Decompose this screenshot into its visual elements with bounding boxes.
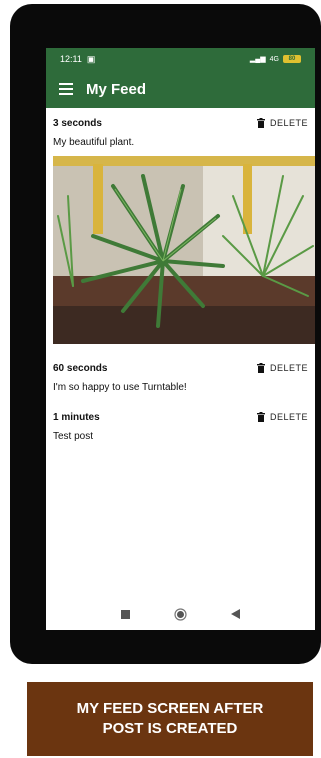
square-icon[interactable] <box>121 609 130 619</box>
caption-banner: MY FEED SCREEN AFTER POST IS CREATED <box>27 682 313 756</box>
post-time: 3 seconds <box>53 117 102 129</box>
android-nav-bar <box>46 598 315 630</box>
trash-icon <box>256 363 265 373</box>
delete-button[interactable]: DELETE <box>256 363 308 373</box>
post-header: 60 seconds DELETE <box>53 361 308 375</box>
status-bar: 12:11 ▣ ▂▄▆ 4G 80 <box>46 48 315 70</box>
post-header: 3 seconds DELETE <box>53 116 308 130</box>
delete-button[interactable]: DELETE <box>256 412 308 422</box>
post-time: 1 minutes <box>53 411 100 423</box>
phone-frame: 12:11 ▣ ▂▄▆ 4G 80 My Feed 3 seconds DELE… <box>10 4 321 664</box>
trash-icon <box>256 118 265 128</box>
battery-icon: 80 <box>283 55 301 63</box>
status-time: 12:11 <box>60 54 82 64</box>
notification-icon: ▣ <box>86 53 96 64</box>
phone-screen: 12:11 ▣ ▂▄▆ 4G 80 My Feed 3 seconds DELE… <box>46 48 315 630</box>
app-bar: My Feed <box>46 70 315 108</box>
caption-line: POST IS CREATED <box>102 720 238 737</box>
circle-icon[interactable] <box>174 607 187 621</box>
trash-icon <box>256 412 265 422</box>
post-text: My beautiful plant. <box>53 137 135 148</box>
delete-label: DELETE <box>269 412 308 422</box>
plant-image <box>53 156 315 344</box>
network-label: 4G <box>269 55 279 63</box>
page-title: My Feed <box>86 80 147 98</box>
post-time: 60 seconds <box>53 362 108 374</box>
menu-button[interactable] <box>46 70 86 108</box>
post-header: 1 minutes DELETE <box>53 410 308 424</box>
back-icon[interactable] <box>231 609 240 619</box>
caption-line: MY FEED SCREEN AFTER <box>76 700 264 717</box>
menu-icon <box>59 83 73 95</box>
post-text: I'm so happy to use Turntable! <box>53 382 187 393</box>
signal-icon: ▂▄▆ <box>249 56 266 63</box>
post-text: Test post <box>53 431 94 442</box>
delete-label: DELETE <box>269 363 308 373</box>
delete-button[interactable]: DELETE <box>256 118 308 128</box>
delete-label: DELETE <box>269 118 308 128</box>
